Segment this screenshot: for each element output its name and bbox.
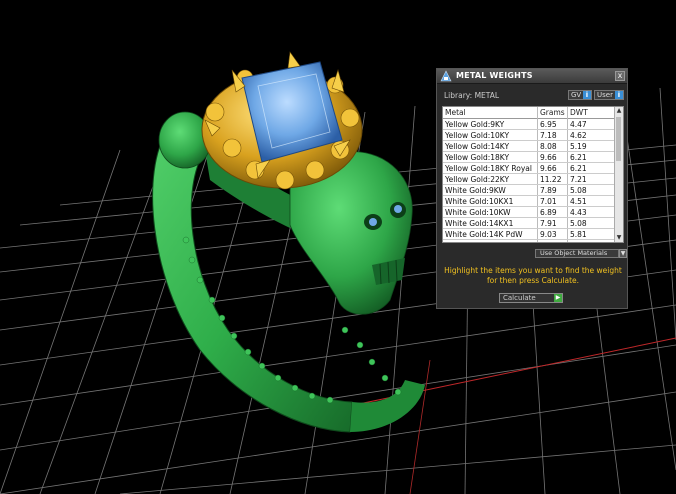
cell-dwt: 5.81 xyxy=(570,230,587,239)
cell-grams: 7.18 xyxy=(540,131,557,140)
cell-metal: White Gold:14KX1 xyxy=(445,219,514,228)
cell-grams: 7.91 xyxy=(540,219,557,228)
table-row[interactable]: White Gold:14K PdW 9.03 5.81 xyxy=(443,229,615,240)
cell-dwt: 4.43 xyxy=(570,208,587,217)
library-label: Library: METAL xyxy=(444,91,500,100)
cell-metal: Yellow Gold:14KY xyxy=(445,142,510,151)
calculate-button[interactable]: Calculate ▶ xyxy=(499,293,563,303)
gv-label: GV xyxy=(571,91,582,99)
table-row[interactable]: White Gold:10KW 6.89 4.43 xyxy=(443,207,615,218)
cell-metal: White Gold:10KW xyxy=(445,208,511,217)
cell-grams: 8.08 xyxy=(540,142,557,151)
table-row[interactable]: Yellow Gold:22KY 11.22 7.21 xyxy=(443,174,615,185)
table-header: Metal Grams DWT xyxy=(443,107,615,119)
play-icon: ▶ xyxy=(554,294,562,302)
cell-metal: Yellow Gold:18KY Royal xyxy=(445,164,532,173)
table-row[interactable]: Yellow Gold:18KY 9.66 6.21 xyxy=(443,152,615,163)
use-object-materials-select[interactable]: Use Object Materials xyxy=(535,249,619,258)
cell-grams: 9.03 xyxy=(540,230,557,239)
cell-metal: White Gold:14K PdW xyxy=(445,230,523,239)
instruction-text: Highlight the items you want to find the… xyxy=(444,266,622,285)
table-body: Yellow Gold:9KY 6.95 4.47 Yellow Gold:10KY… xyxy=(443,119,615,240)
cell-grams: 9.66 xyxy=(540,153,557,162)
cell-grams: 7.01 xyxy=(540,197,557,206)
close-icon[interactable]: x xyxy=(615,71,625,81)
table-row[interactable]: White Gold:10KX1 7.01 4.51 xyxy=(443,196,615,207)
panel-titlebar[interactable]: METAL WEIGHTS x xyxy=(437,69,627,84)
table-row[interactable]: White Gold:9KW 7.89 5.08 xyxy=(443,185,615,196)
table-row[interactable]: Yellow Gold:9KY 6.95 4.47 xyxy=(443,119,615,130)
table-row[interactable]: Yellow Gold:14KY 8.08 5.19 xyxy=(443,141,615,152)
tool-icon xyxy=(440,70,452,82)
cell-dwt: 4.47 xyxy=(570,120,587,129)
cell-grams: 9.66 xyxy=(540,164,557,173)
column-header-metal[interactable]: Metal xyxy=(445,108,466,117)
table-scrollbar[interactable]: ▲ ▼ xyxy=(614,107,623,242)
panel-title: METAL WEIGHTS xyxy=(456,71,533,80)
cell-dwt: 7.21 xyxy=(570,175,587,184)
cell-metal: White Gold:10KX1 xyxy=(445,197,514,206)
arrow-down-icon[interactable]: ▼ xyxy=(615,234,623,242)
cell-dwt: 5.19 xyxy=(570,142,587,151)
user-label: User xyxy=(597,91,613,99)
user-library-button[interactable]: User i xyxy=(594,90,624,100)
metal-table[interactable]: Metal Grams DWT Yellow Gold:9KY 6.95 4.47 … xyxy=(442,106,624,243)
arrow-up-icon[interactable]: ▲ xyxy=(615,107,623,115)
cell-metal: Yellow Gold:22KY xyxy=(445,175,510,184)
cell-dwt: 4.62 xyxy=(570,131,587,140)
table-row[interactable]: White Gold:14KX1 7.91 5.08 xyxy=(443,218,615,229)
column-header-grams[interactable]: Grams xyxy=(540,108,565,117)
cell-metal: Yellow Gold:18KY xyxy=(445,153,510,162)
info-icon: i xyxy=(615,91,623,99)
cell-metal: White Gold:9KW xyxy=(445,186,506,195)
cell-grams: 6.89 xyxy=(540,208,557,217)
chevron-down-icon[interactable]: ▼ xyxy=(619,249,627,258)
cell-grams: 6.95 xyxy=(540,120,557,129)
cell-dwt: 6.21 xyxy=(570,164,587,173)
cell-grams: 7.89 xyxy=(540,186,557,195)
scroll-thumb[interactable] xyxy=(616,117,621,161)
cell-dwt: 5.08 xyxy=(570,186,587,195)
cell-metal: Yellow Gold:10KY xyxy=(445,131,510,140)
calculate-label: Calculate xyxy=(503,294,536,302)
cell-metal: Yellow Gold:9KY xyxy=(445,120,505,129)
cell-dwt: 5.08 xyxy=(570,219,587,228)
table-row[interactable]: Yellow Gold:18KY Royal 9.66 6.21 xyxy=(443,163,615,174)
table-row[interactable]: Yellow Gold:10KY 7.18 4.62 xyxy=(443,130,615,141)
cell-dwt: 6.21 xyxy=(570,153,587,162)
info-icon: i xyxy=(583,91,591,99)
axis-red-vertical xyxy=(409,359,431,494)
cell-grams: 11.22 xyxy=(540,175,562,184)
column-header-dwt[interactable]: DWT xyxy=(570,108,588,117)
metal-weights-panel: METAL WEIGHTS x Library: METAL GV i User… xyxy=(436,68,628,309)
cell-dwt: 4.51 xyxy=(570,197,587,206)
gv-library-button[interactable]: GV i xyxy=(568,90,592,100)
